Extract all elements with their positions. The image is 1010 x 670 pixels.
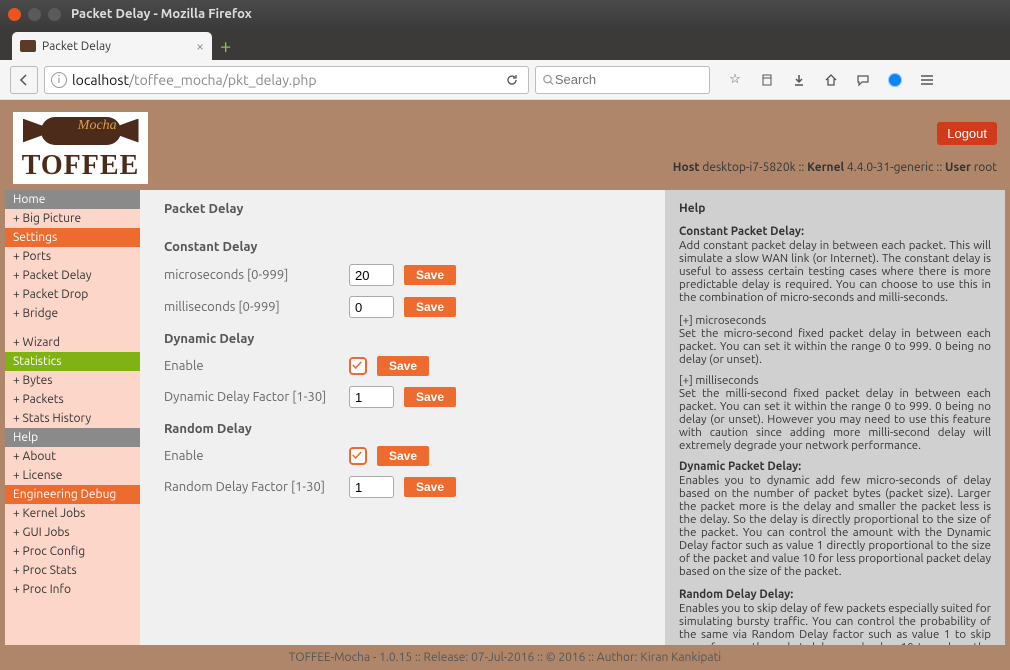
sidebar-item-packets[interactable]: + Packets [5,390,140,409]
page-title: Packet Delay [164,202,641,216]
sidebar-header-settings[interactable]: Settings [5,228,140,247]
browser-tab[interactable]: Packet Delay × [12,32,212,60]
random-enable-checkbox[interactable] [349,447,367,465]
search-input[interactable] [555,72,703,87]
dynamic-factor-input[interactable] [349,386,394,408]
sidebar-header-eng-debug[interactable]: Engineering Debug [5,485,140,504]
sidebar: Home + Big Picture Settings + Ports + Pa… [5,190,140,645]
tab-title: Packet Delay [42,40,111,53]
window-maximize-button[interactable] [48,8,61,21]
window-titlebar: Packet Delay - Mozilla Firefox [0,0,1010,28]
section-random-delay: Random Delay [164,422,641,436]
chat-icon[interactable] [854,71,872,89]
sidebar-item-bridge[interactable]: + Bridge [5,304,140,323]
url-text: localhost/toffee_mocha/pkt_delay.php [72,72,502,88]
search-bar[interactable] [535,66,710,94]
dynamic-enable-checkbox[interactable] [349,357,367,375]
sidebar-item-ports[interactable]: + Ports [5,247,140,266]
microseconds-label: microseconds [0-999] [164,268,339,282]
sidebar-header-help[interactable]: Help [5,428,140,447]
main-content: Packet Delay Constant Delay microseconds… [140,190,665,645]
help-milli-body: Set the milli-second fixed packet delay … [679,387,991,452]
page-body: Mocha TOFFEE Logout Host desktop-i7-5820… [0,100,1010,670]
help-micro-body: Set the micro-second fixed packet delay … [679,327,991,366]
sidebar-item-proc-config[interactable]: + Proc Config [5,542,140,561]
random-factor-label: Random Delay Factor [1-30] [164,480,339,494]
sidebar-item-bytes[interactable]: + Bytes [5,371,140,390]
section-dynamic-delay: Dynamic Delay [164,332,641,346]
window-minimize-button[interactable] [28,8,41,21]
new-tab-button[interactable]: + [220,34,231,57]
help-const-body: Add constant packet delay in between eac… [679,239,991,304]
save-random-factor-button[interactable]: Save [404,477,456,497]
help-rand-body: Enables you to skip delay of few packets… [679,602,991,645]
home-icon[interactable] [822,71,840,89]
sidebar-item-big-picture[interactable]: + Big Picture [5,209,140,228]
sidebar-item-proc-stats[interactable]: + Proc Stats [5,561,140,580]
back-button[interactable] [10,66,38,94]
library-icon[interactable] [758,71,776,89]
random-enable-label: Enable [164,449,339,463]
browser-tabstrip: Packet Delay × + [0,28,1010,60]
sidebar-item-packet-delay[interactable]: + Packet Delay [5,266,140,285]
search-icon [542,73,555,87]
help-dyn-body: Enables you to dynamic add few micro-sec… [679,474,991,578]
section-constant-delay: Constant Delay [164,240,641,254]
save-random-enable-button[interactable]: Save [377,446,429,466]
milliseconds-label: milliseconds [0-999] [164,300,339,314]
sidebar-item-wizard[interactable]: + Wizard [5,333,140,352]
save-dynamic-enable-button[interactable]: Save [377,356,429,376]
sidebar-header-home[interactable]: Home [5,190,140,209]
help-rand-title: Random Delay Delay: [679,588,991,601]
save-milliseconds-button[interactable]: Save [404,297,456,317]
globe-icon[interactable] [886,71,904,89]
downloads-icon[interactable] [790,71,808,89]
logo[interactable]: Mocha TOFFEE [13,112,148,184]
page-header: Mocha TOFFEE Logout Host desktop-i7-5820… [5,105,1005,190]
window-title: Packet Delay - Mozilla Firefox [71,7,252,21]
sidebar-item-proc-info[interactable]: + Proc Info [5,580,140,599]
menu-icon[interactable] [918,71,936,89]
tab-close-icon[interactable]: × [196,38,204,54]
help-dyn-title: Dynamic Packet Delay: [679,460,991,473]
logout-button[interactable]: Logout [937,122,997,145]
microseconds-input[interactable] [349,264,394,286]
tab-favicon [20,40,36,52]
help-panel: Help Constant Packet Delay: Add constant… [665,190,1005,645]
help-micro-title: [+] microseconds [679,314,766,327]
sidebar-item-packet-drop[interactable]: + Packet Drop [5,285,140,304]
help-const-title: Constant Packet Delay: [679,225,991,238]
sidebar-item-gui-jobs[interactable]: + GUI Jobs [5,523,140,542]
dynamic-factor-label: Dynamic Delay Factor [1-30] [164,390,339,404]
browser-navbar: i localhost/toffee_mocha/pkt_delay.php ☆ [0,60,1010,100]
sidebar-item-stats-history[interactable]: + Stats History [5,409,140,428]
dynamic-enable-label: Enable [164,359,339,373]
help-milli-title: [+] milliseconds [679,374,759,387]
url-bar[interactable]: i localhost/toffee_mocha/pkt_delay.php [44,66,529,94]
milliseconds-input[interactable] [349,296,394,318]
site-info-icon[interactable]: i [51,72,67,88]
sidebar-item-about[interactable]: + About [5,447,140,466]
window-close-button[interactable] [8,8,21,21]
sidebar-header-statistics[interactable]: Statistics [5,352,140,371]
sidebar-item-license[interactable]: + License [5,466,140,485]
page-footer: TOFFEE-Mocha - 1.0.15 :: Release: 07-Jul… [5,645,1005,670]
host-info: Host desktop-i7-5820k :: Kernel 4.4.0-31… [673,161,997,174]
random-factor-input[interactable] [349,476,394,498]
reload-icon[interactable] [502,70,522,90]
sidebar-item-kernel-jobs[interactable]: + Kernel Jobs [5,504,140,523]
help-title: Help [679,202,991,215]
save-dynamic-factor-button[interactable]: Save [404,387,456,407]
bookmark-icon[interactable]: ☆ [726,71,744,89]
save-microseconds-button[interactable]: Save [404,265,456,285]
